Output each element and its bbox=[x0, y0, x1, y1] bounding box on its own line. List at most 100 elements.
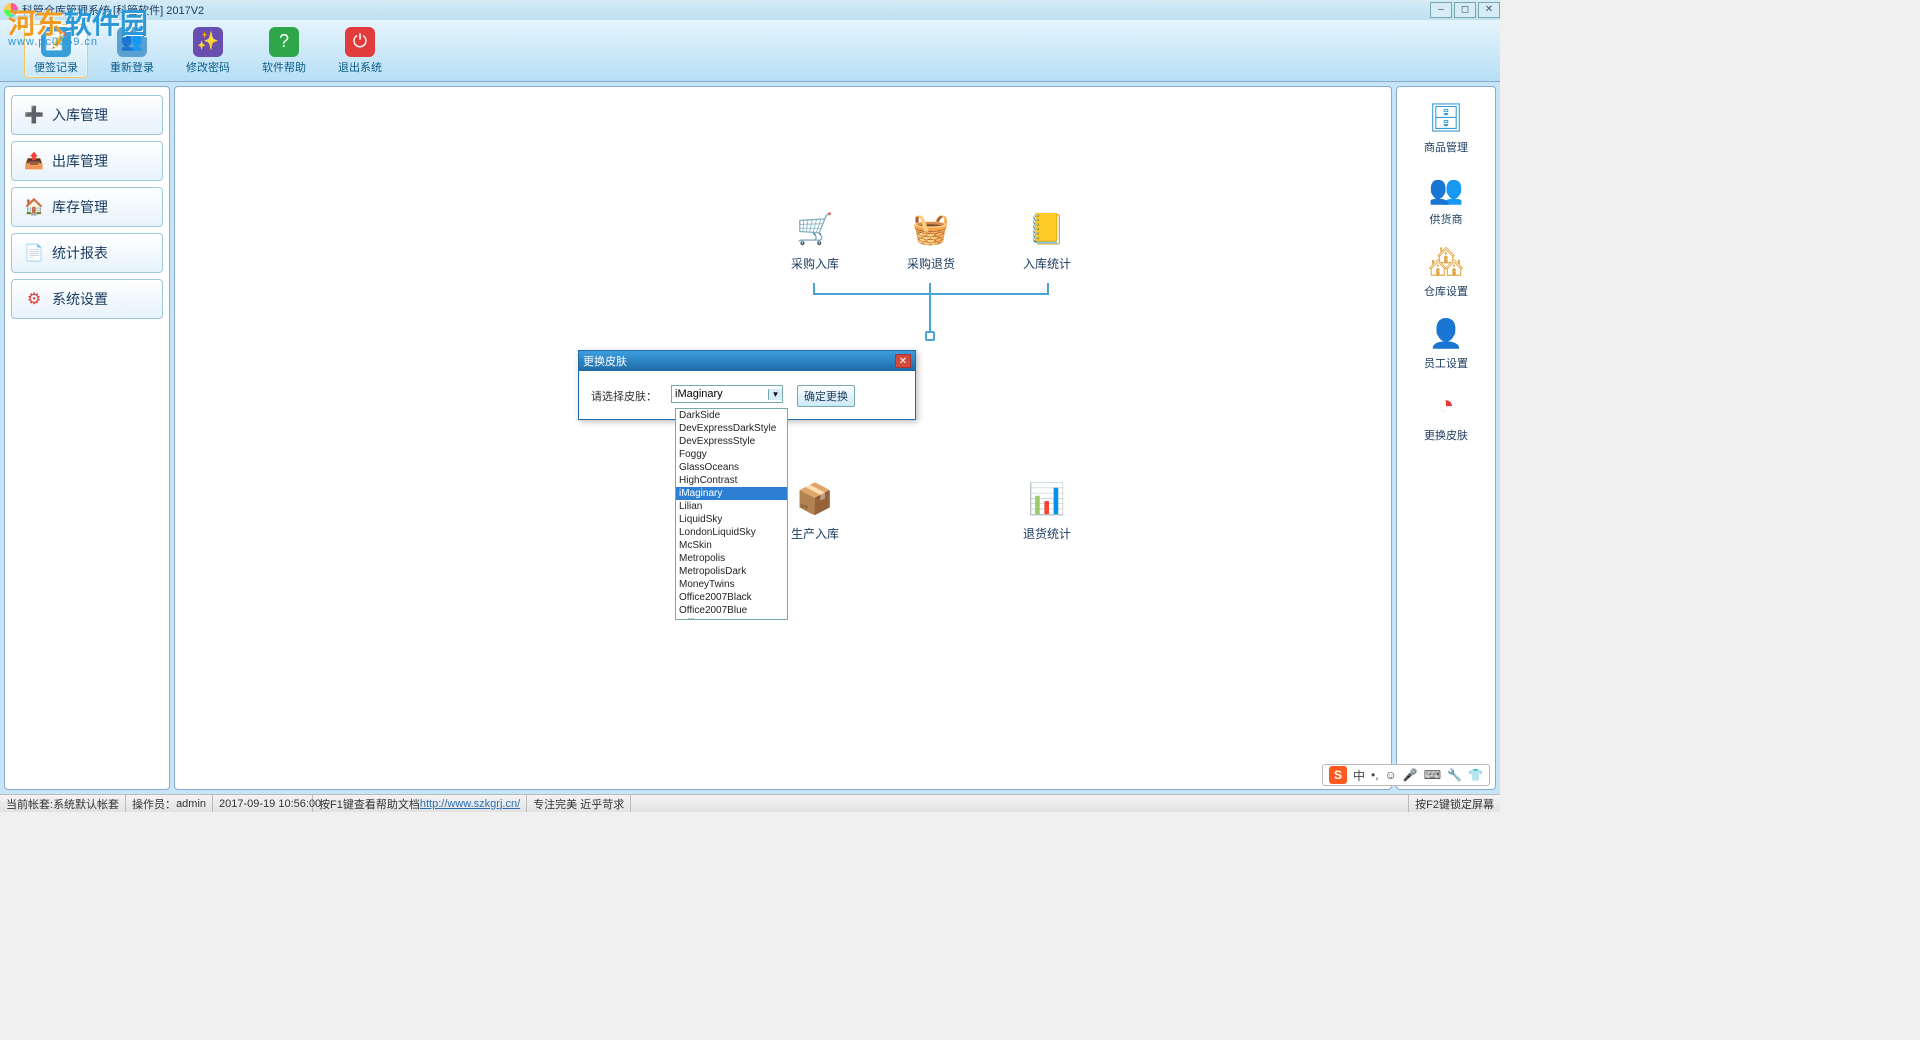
chevron-down-icon: ▾ bbox=[768, 389, 782, 400]
status-lock: 按F2键锁定屏幕 bbox=[1408, 795, 1500, 812]
diagram-return-stats[interactable]: 📊 退货统计 bbox=[1007, 477, 1087, 542]
warehouse-icon: 🏘 bbox=[1424, 241, 1468, 281]
ime-item[interactable]: 🎤 bbox=[1403, 768, 1418, 782]
purchase-return-icon: 🧺 bbox=[909, 207, 953, 251]
diagram-label: 入库统计 bbox=[1023, 255, 1071, 272]
toolbar-label: 软件帮助 bbox=[262, 59, 306, 75]
toolbar-exit-button[interactable]: ⏻退出系统 bbox=[328, 24, 392, 78]
diagram-in-stats[interactable]: 📒 入库统计 bbox=[1007, 207, 1087, 272]
sidebar-item-outbound[interactable]: 📤出库管理 bbox=[11, 141, 163, 181]
skin-label: 请选择皮肤： bbox=[591, 385, 657, 404]
titlebar: 科管仓库管理系统 [科管软件] 2017V2 – ◻ ✕ bbox=[0, 0, 1500, 20]
password-icon: ✨ bbox=[193, 27, 223, 57]
joint bbox=[925, 331, 935, 341]
reports-icon: 📄 bbox=[24, 243, 44, 263]
left-sidebar: ➕ 入库管理 📤出库管理 🏠 库存管理 📄统计报表 ⚙ 系统设置 bbox=[4, 86, 170, 790]
sidebar-item-label: 出库管理 bbox=[52, 151, 108, 171]
toolbar-label: 修改密码 bbox=[186, 59, 230, 75]
ime-item[interactable]: •, bbox=[1371, 768, 1379, 782]
skin-option[interactable]: Office2007Black bbox=[676, 591, 787, 604]
diagram-label: 采购入库 bbox=[791, 255, 839, 272]
toolbar-notes-button[interactable]: 📝便签记录 bbox=[24, 24, 88, 78]
skin-option[interactable]: LiquidSky bbox=[676, 513, 787, 526]
toolbar-password-button[interactable]: ✨ 修改密码 bbox=[176, 24, 240, 78]
ime-item[interactable]: 👕 bbox=[1468, 768, 1483, 782]
ime-toolbar[interactable]: S 中 •, ☺ 🎤 ⌨ 🔧 👕 bbox=[1322, 764, 1490, 786]
status-slogan: 专注完美 近乎苛求 bbox=[527, 795, 631, 812]
inventory-icon: 🏠 bbox=[24, 197, 44, 217]
shortcut-warehouse[interactable]: 🏘 仓库设置 bbox=[1406, 241, 1486, 299]
skin-option[interactable]: DevExpressStyle bbox=[676, 435, 787, 448]
close-button[interactable]: ✕ bbox=[1478, 2, 1500, 18]
skin-option[interactable]: Office2007Blue bbox=[676, 604, 787, 617]
inbound-icon: ➕ bbox=[24, 105, 44, 125]
status-account: 当前帐套:系统默认帐套 bbox=[0, 795, 126, 812]
toolbar-relogin-button[interactable]: 👥重新登录 bbox=[100, 24, 164, 78]
sogou-icon[interactable]: S bbox=[1329, 766, 1347, 784]
skin-option[interactable]: McSkin bbox=[676, 539, 787, 552]
in-stats-icon: 📒 bbox=[1025, 207, 1069, 251]
skin-selected-value: iMaginary bbox=[675, 388, 723, 400]
minimize-button[interactable]: – bbox=[1430, 2, 1452, 18]
skin-option[interactable]: Office2007Green bbox=[676, 617, 787, 620]
sidebar-item-inbound[interactable]: ➕ 入库管理 bbox=[11, 95, 163, 135]
skin-option[interactable]: MetropolisDark bbox=[676, 565, 787, 578]
sidebar-item-label: 库存管理 bbox=[52, 197, 108, 217]
skin-option[interactable]: Metropolis bbox=[676, 552, 787, 565]
exit-icon: ⏻ bbox=[345, 27, 375, 57]
ime-item[interactable]: 🔧 bbox=[1447, 768, 1462, 782]
window-title: 科管仓库管理系统 [科管软件] 2017V2 bbox=[22, 2, 204, 18]
suppliers-icon: 👥 bbox=[1424, 169, 1468, 209]
return-stats-icon: 📊 bbox=[1025, 477, 1069, 521]
toolbar-label: 便签记录 bbox=[34, 59, 78, 75]
skin-option[interactable]: LondonLiquidSky bbox=[676, 526, 787, 539]
diagram-label: 退货统计 bbox=[1023, 525, 1071, 542]
status-bar: 当前帐套:系统默认帐套 操作员：admin 2017-09-19 10:56:0… bbox=[0, 794, 1500, 812]
sidebar-item-label: 入库管理 bbox=[52, 105, 108, 125]
relogin-icon: 👥 bbox=[117, 27, 147, 57]
skin-option[interactable]: HighContrast bbox=[676, 474, 787, 487]
ime-item[interactable]: ⌨ bbox=[1424, 768, 1441, 782]
help-link[interactable]: http://www.szkgrj.cn/ bbox=[420, 798, 520, 810]
shortcut-skin[interactable]: ◔更换皮肤 bbox=[1406, 385, 1486, 443]
sidebar-item-reports[interactable]: 📄统计报表 bbox=[11, 233, 163, 273]
dialog-title: 更换皮肤 bbox=[583, 353, 627, 369]
shortcut-label: 更换皮肤 bbox=[1424, 427, 1468, 443]
skin-option[interactable]: Foggy bbox=[676, 448, 787, 461]
staff-icon: 👤 bbox=[1424, 313, 1468, 353]
purchase-in-icon: 🛒 bbox=[793, 207, 837, 251]
diagram-label: 采购退货 bbox=[907, 255, 955, 272]
sidebar-item-label: 系统设置 bbox=[52, 289, 108, 309]
skin-option[interactable]: iMaginary bbox=[676, 487, 787, 500]
ime-item[interactable]: ☺ bbox=[1385, 768, 1397, 782]
help-icon: ? bbox=[269, 27, 299, 57]
skin-option[interactable]: MoneyTwins bbox=[676, 578, 787, 591]
connector bbox=[929, 283, 931, 335]
products-icon: 🗄 bbox=[1424, 97, 1468, 137]
confirm-skin-button[interactable]: 确定更换 bbox=[797, 385, 855, 407]
shortcut-staff[interactable]: 👤员工设置 bbox=[1406, 313, 1486, 371]
skin-select[interactable]: iMaginary ▾ bbox=[671, 385, 783, 403]
diagram-purchase-return[interactable]: 🧺 采购退货 bbox=[891, 207, 971, 272]
dialog-titlebar[interactable]: 更换皮肤 ✕ bbox=[579, 351, 915, 371]
sidebar-item-settings[interactable]: ⚙ 系统设置 bbox=[11, 279, 163, 319]
skin-dropdown-list[interactable]: DarkSideDevExpressDarkStyleDevExpressSty… bbox=[675, 408, 788, 620]
ime-item[interactable]: 中 bbox=[1353, 767, 1365, 784]
settings-icon: ⚙ bbox=[24, 289, 44, 309]
skin-option[interactable]: DevExpressDarkStyle bbox=[676, 422, 787, 435]
dialog-close-icon[interactable]: ✕ bbox=[895, 354, 911, 368]
shortcut-label: 仓库设置 bbox=[1424, 283, 1468, 299]
skin-option[interactable]: GlassOceans bbox=[676, 461, 787, 474]
sidebar-item-inventory[interactable]: 🏠 库存管理 bbox=[11, 187, 163, 227]
maximize-button[interactable]: ◻ bbox=[1454, 2, 1476, 18]
skin-option[interactable]: Lilian bbox=[676, 500, 787, 513]
shortcut-suppliers[interactable]: 👥供货商 bbox=[1406, 169, 1486, 227]
diagram-label: 生产入库 bbox=[791, 525, 839, 542]
skin-option[interactable]: DarkSide bbox=[676, 409, 787, 422]
shortcut-products[interactable]: 🗄 商品管理 bbox=[1406, 97, 1486, 155]
top-toolbar: 📝便签记录👥重新登录 ✨ 修改密码? 软件帮助 ⏻退出系统 bbox=[0, 20, 1500, 82]
toolbar-help-button[interactable]: ? 软件帮助 bbox=[252, 24, 316, 78]
diagram-purchase-in[interactable]: 🛒 采购入库 bbox=[775, 207, 855, 272]
shortcut-label: 商品管理 bbox=[1424, 139, 1468, 155]
connector bbox=[813, 293, 1049, 295]
